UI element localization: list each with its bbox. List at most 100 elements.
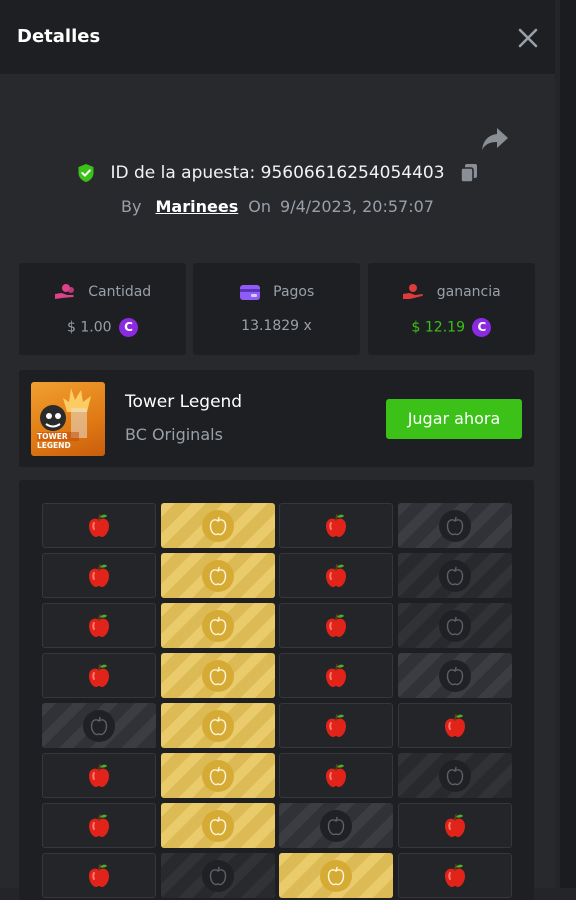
tile-picked [161, 753, 275, 798]
stat-value-amount: $ 1.00 [67, 319, 112, 336]
bet-datetime: 9/4/2023, 20:57:07 [280, 197, 434, 216]
apple-outline-icon [439, 559, 471, 592]
tile-picked [161, 653, 275, 698]
bet-meta-row: By Marinees On 9/4/2023, 20:57:07 [0, 197, 555, 216]
details-panel: Detalles ID de la apuesta: 9560661625405… [0, 0, 555, 900]
apple-icon [89, 863, 109, 887]
coin-icon: C [118, 318, 138, 337]
apple-icon [89, 563, 109, 587]
apple-icon [445, 863, 465, 887]
coins-hand-icon [54, 284, 74, 299]
tile-apple [42, 553, 156, 598]
apple-icon [445, 813, 465, 837]
apple-icon [89, 813, 109, 837]
share-icon[interactable] [480, 125, 510, 153]
tile-apple [42, 803, 156, 848]
tile-picked [279, 853, 393, 898]
game-thumbnail[interactable]: TOWER LEGEND [31, 382, 105, 456]
apple-outline-icon [202, 759, 234, 792]
stat-value-payout: 13.1829 x [241, 318, 312, 334]
tile-hidden [398, 603, 512, 648]
tile-hidden [398, 553, 512, 598]
apple-icon [326, 613, 346, 637]
tower-legend-logo: TOWER LEGEND [37, 388, 91, 450]
tile-apple [279, 553, 393, 598]
tile-apple [398, 803, 512, 848]
tile-apple [279, 603, 393, 648]
apple-outline-icon [202, 709, 234, 742]
tile-hidden [398, 753, 512, 798]
apple-icon [326, 713, 346, 737]
close-icon[interactable] [515, 25, 541, 51]
tile-apple [279, 703, 393, 748]
tile-apple [42, 853, 156, 898]
apple-icon [89, 613, 109, 637]
apple-icon [89, 663, 109, 687]
apple-outline-icon [320, 809, 352, 842]
tile-apple [42, 753, 156, 798]
game-name[interactable]: Tower Legend [125, 392, 242, 412]
apple-outline-icon [202, 509, 234, 542]
profit-hand-icon [403, 284, 424, 299]
apple-icon [89, 513, 109, 537]
tile-picked [161, 603, 275, 648]
apple-outline-icon [320, 859, 352, 892]
game-card: TOWER LEGEND Tower Legend BC Originals J… [19, 370, 534, 467]
apple-outline-icon [439, 509, 471, 542]
apple-icon [445, 713, 465, 737]
apple-icon [89, 763, 109, 787]
on-label: On [248, 197, 271, 216]
tile-apple [279, 653, 393, 698]
apple-outline-icon [439, 609, 471, 642]
stat-label-amount: Cantidad [88, 284, 152, 300]
game-provider: BC Originals [125, 425, 223, 444]
tile-apple [42, 503, 156, 548]
stat-card-amount: Cantidad $ 1.00 C [19, 263, 186, 355]
thumb-text: TOWER [37, 432, 68, 441]
svg-text:LEGEND: LEGEND [37, 441, 71, 450]
header: Detalles [0, 0, 555, 74]
tile-hidden [42, 703, 156, 748]
tile-picked [161, 803, 275, 848]
page-title: Detalles [17, 26, 101, 47]
apple-outline-icon [202, 859, 234, 892]
apple-outline-icon [439, 759, 471, 792]
tile-hidden [398, 653, 512, 698]
stat-card-payout: Pagos 13.1829 x [193, 263, 360, 355]
apple-outline-icon [202, 559, 234, 592]
tile-hidden [279, 803, 393, 848]
tile-apple [42, 603, 156, 648]
stat-label-payout: Pagos [273, 284, 315, 300]
apple-icon [326, 563, 346, 587]
tile-apple [279, 753, 393, 798]
tile-hidden [161, 853, 275, 898]
apple-outline-icon [439, 659, 471, 692]
background-strip [560, 0, 576, 888]
tile-apple [279, 503, 393, 548]
wallet-icon [239, 285, 260, 300]
stat-label-profit: ganancia [436, 284, 501, 300]
tile-picked [161, 703, 275, 748]
game-board [19, 480, 534, 900]
apple-outline-icon [202, 609, 234, 642]
username-link[interactable]: Marinees [156, 197, 239, 216]
tile-apple [398, 703, 512, 748]
tile-apple [42, 653, 156, 698]
tile-picked [161, 503, 275, 548]
apple-outline-icon [202, 809, 234, 842]
tile-apple [398, 853, 512, 898]
tile-hidden [398, 503, 512, 548]
apple-icon [326, 663, 346, 687]
by-label: By [121, 197, 142, 216]
coin-icon: C [472, 318, 492, 337]
apple-icon [326, 763, 346, 787]
copy-icon[interactable] [460, 163, 478, 183]
play-now-button[interactable]: Jugar ahora [386, 399, 522, 439]
apple-outline-icon [83, 709, 115, 742]
tile-picked [161, 553, 275, 598]
stat-card-profit: ganancia $ 12.19 C [368, 263, 535, 355]
apple-outline-icon [202, 659, 234, 692]
bet-id: ID de la apuesta: 95606616254054403 [110, 163, 445, 183]
stat-value-profit: $ 12.19 [411, 319, 465, 336]
apple-icon [326, 513, 346, 537]
